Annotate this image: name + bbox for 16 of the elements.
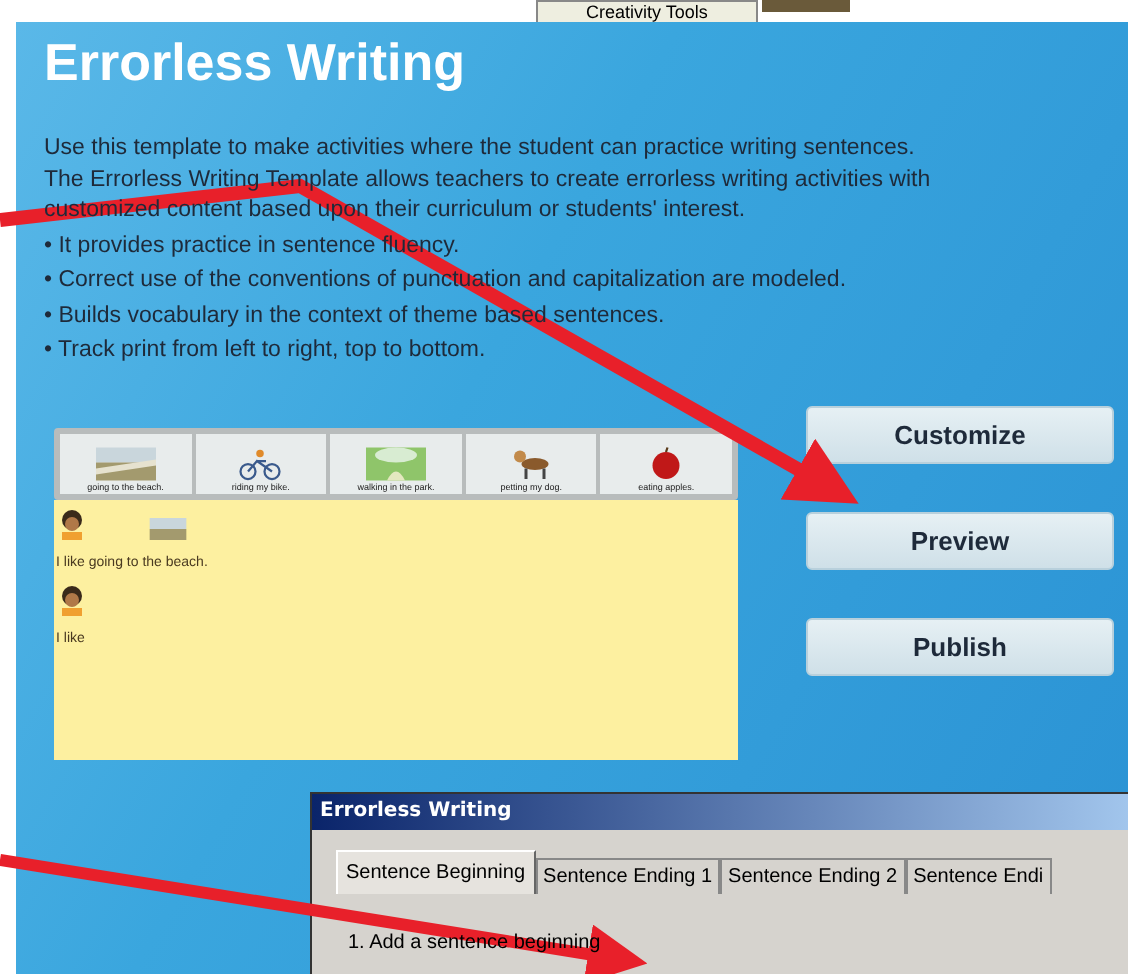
creativity-tools-tab[interactable]: Creativity Tools (536, 0, 758, 22)
photo-placeholder (761, 0, 850, 12)
dialog-tab[interactable]: Sentence Ending 1 (535, 858, 721, 894)
action-button[interactable]: Preview (806, 511, 1114, 569)
dialog-tab[interactable]: Sentence Beginning (336, 850, 536, 894)
park-picture-icon (365, 445, 426, 481)
dialog-tab[interactable]: Sentence Ending 2 (720, 858, 906, 894)
beach-picture-icon (95, 445, 156, 481)
bullet-text: • Track print from left to right, top to bottom. (44, 336, 488, 366)
action-button[interactable]: Customize (806, 405, 1114, 463)
dialog-tab[interactable]: Sentence Endi (905, 858, 1052, 894)
child-avatar-icon (56, 507, 88, 539)
child-avatar-icon (56, 583, 88, 615)
action-button[interactable]: Publish (806, 617, 1114, 675)
dialog-title: Errorless Writing (312, 794, 1128, 830)
page-title: Errorless Writing (44, 30, 467, 94)
